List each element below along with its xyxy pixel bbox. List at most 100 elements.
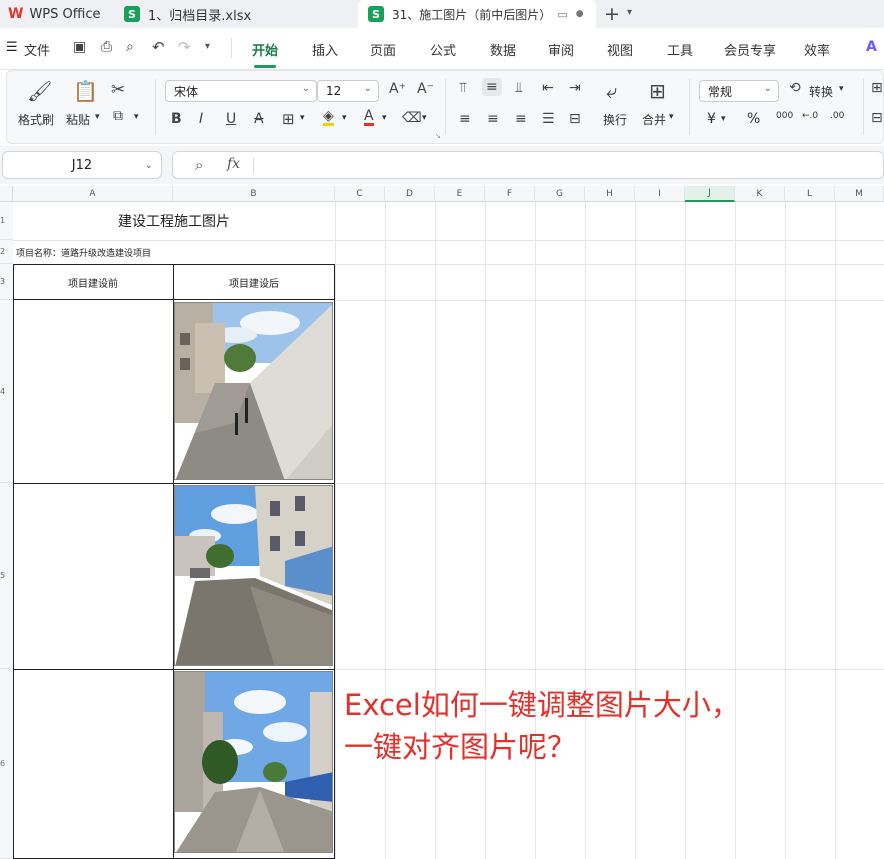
menu-formula[interactable]: 公式 <box>430 40 456 59</box>
column-header-m[interactable]: M <box>835 186 884 202</box>
merge-cells-icon[interactable]: ⊞ <box>649 79 666 103</box>
quick-access-chevron-icon[interactable]: ▾ <box>205 41 210 52</box>
increase-indent-icon[interactable]: ⇥ <box>569 80 581 96</box>
hamburger-icon[interactable]: ☰ <box>6 40 18 55</box>
paste-chevron-icon[interactable]: ▾ <box>95 112 100 122</box>
row-header-1[interactable]: 1 <box>0 202 13 240</box>
conditional-format-icon[interactable]: ⊞ <box>871 80 883 96</box>
copy-chevron-icon[interactable]: ▾ <box>134 112 139 122</box>
align-left-icon[interactable]: ≡ <box>459 111 471 127</box>
increase-font-icon[interactable]: A⁺ <box>389 81 406 97</box>
column-header-d[interactable]: D <box>385 186 435 202</box>
column-header-i[interactable]: I <box>635 186 685 202</box>
menu-data[interactable]: 数据 <box>490 40 516 59</box>
column-header-c[interactable]: C <box>335 186 385 202</box>
zoom-icon[interactable]: ⌕ <box>195 156 203 174</box>
format-painter-label[interactable]: 格式刷 <box>18 111 54 128</box>
convert-chevron-icon[interactable]: ▾ <box>839 84 844 94</box>
after-header-cell[interactable]: 项目建设后 <box>173 264 335 300</box>
before-header-cell[interactable]: 项目建设前 <box>13 264 173 300</box>
underline-icon[interactable]: U <box>226 111 236 127</box>
merge-label[interactable]: 合并 <box>642 111 666 128</box>
formula-input[interactable]: ⌕ fx <box>172 151 884 179</box>
currency-chevron-icon[interactable]: ▾ <box>721 114 726 124</box>
tab-construction-photos[interactable]: S 31、施工图片（前中后图片） ▭ ● <box>358 0 596 28</box>
wrap-text-icon[interactable]: ⤶ <box>606 79 617 103</box>
fx-icon[interactable]: fx <box>227 156 240 172</box>
clear-chevron-icon[interactable]: ▾ <box>422 113 427 123</box>
column-header-l[interactable]: L <box>785 186 835 202</box>
format-painter-icon[interactable]: 🖌 <box>27 79 52 103</box>
font-color-icon[interactable]: A <box>364 109 374 126</box>
row-header-6[interactable]: 6 <box>0 669 13 859</box>
sheet-title[interactable]: 建设工程施工图片 <box>13 202 335 240</box>
fill-chevron-icon[interactable]: ▾ <box>342 113 347 123</box>
construction-photo-2[interactable] <box>174 485 333 666</box>
menu-home[interactable]: 开始 <box>252 40 278 68</box>
ai-icon[interactable]: A <box>866 39 877 55</box>
wrap-text-label[interactable]: 换行 <box>603 111 627 128</box>
column-header-f[interactable]: F <box>485 186 535 202</box>
undo-icon[interactable]: ↶ <box>152 38 165 56</box>
spreadsheet-grid[interactable]: A B C D E F G H I J K L M 1 2 3 4 5 6 建设… <box>0 186 884 859</box>
align-center-icon[interactable]: ≡ <box>487 111 499 127</box>
monitor-icon[interactable]: ▭ <box>557 8 567 21</box>
redo-icon[interactable]: ↷ <box>178 38 191 56</box>
align-right-icon[interactable]: ≡ <box>515 111 527 127</box>
row-header-4[interactable]: 4 <box>0 300 13 483</box>
tab-list-chevron-icon[interactable]: ▾ <box>627 7 632 18</box>
tab-wps-office[interactable]: W WPS Office <box>8 0 108 28</box>
table-style-icon[interactable]: ⊟ <box>871 110 883 126</box>
fill-color-icon[interactable]: ◈ <box>323 109 334 126</box>
construction-photo-3[interactable] <box>174 671 333 853</box>
italic-icon[interactable]: I <box>199 111 203 127</box>
thousands-button[interactable]: 000 <box>776 111 793 121</box>
border-icon[interactable]: ⊞ <box>282 110 295 128</box>
menu-tools[interactable]: 工具 <box>667 40 693 59</box>
increase-decimal-button[interactable]: ←.0 <box>802 111 818 121</box>
clear-format-icon[interactable]: ⌫ <box>402 110 422 126</box>
row-header-5[interactable]: 5 <box>0 483 13 669</box>
column-header-h[interactable]: H <box>585 186 635 202</box>
row-header-3[interactable]: 3 <box>0 264 13 300</box>
strikethrough-icon[interactable]: A <box>254 111 264 127</box>
menu-efficiency[interactable]: 效率 <box>804 40 830 59</box>
border-chevron-icon[interactable]: ▾ <box>300 113 305 123</box>
column-header-a[interactable]: A <box>13 186 173 202</box>
menu-file[interactable]: 文件 <box>24 40 50 59</box>
font-color-chevron-icon[interactable]: ▾ <box>382 113 387 123</box>
font-name-select[interactable]: 宋体 ⌄ <box>165 80 317 102</box>
menu-page[interactable]: 页面 <box>370 40 396 59</box>
menu-insert[interactable]: 插入 <box>312 40 338 59</box>
justify-icon[interactable]: ☰ <box>542 111 555 127</box>
project-name-cell[interactable]: 项目名称：道路升级改造建设项目 <box>16 246 151 259</box>
align-middle-icon[interactable]: ≡ <box>482 78 502 96</box>
font-size-select[interactable]: 12 ⌄ <box>317 80 379 102</box>
name-box[interactable]: J12 ⌄ <box>2 151 162 179</box>
cut-icon[interactable]: ✂ <box>111 80 125 100</box>
convert-label[interactable]: 转换 <box>809 83 833 100</box>
print-preview-icon[interactable]: ⌕ <box>126 39 134 55</box>
column-header-b[interactable]: B <box>173 186 335 202</box>
menu-review[interactable]: 审阅 <box>548 40 574 59</box>
distributed-icon[interactable]: ⊟ <box>569 111 581 127</box>
currency-button[interactable]: ¥ <box>707 111 716 127</box>
decrease-decimal-button[interactable]: .00 <box>830 111 844 121</box>
save-icon[interactable]: ▣ <box>73 39 86 55</box>
merge-chevron-icon[interactable]: ▾ <box>669 112 674 122</box>
column-header-j[interactable]: J <box>685 186 735 202</box>
column-header-e[interactable]: E <box>435 186 485 202</box>
percent-button[interactable]: % <box>747 111 760 127</box>
menu-member[interactable]: 会员专享 <box>724 40 776 59</box>
bold-icon[interactable]: B <box>171 111 182 127</box>
row-header-2[interactable]: 2 <box>0 240 13 264</box>
align-top-icon[interactable]: ⫪ <box>459 80 467 96</box>
convert-icon[interactable]: ⟲ <box>789 80 801 96</box>
copy-icon[interactable]: ⧉ <box>113 108 123 124</box>
select-all-corner[interactable] <box>0 186 13 202</box>
new-tab-button[interactable]: + <box>604 3 620 25</box>
paste-label[interactable]: 粘贴 <box>66 111 90 128</box>
number-format-select[interactable]: 常规 ⌄ <box>699 80 779 102</box>
decrease-font-icon[interactable]: A⁻ <box>417 81 434 97</box>
tab-archive-catalog[interactable]: S 1、归档目录.xlsx <box>124 0 344 28</box>
